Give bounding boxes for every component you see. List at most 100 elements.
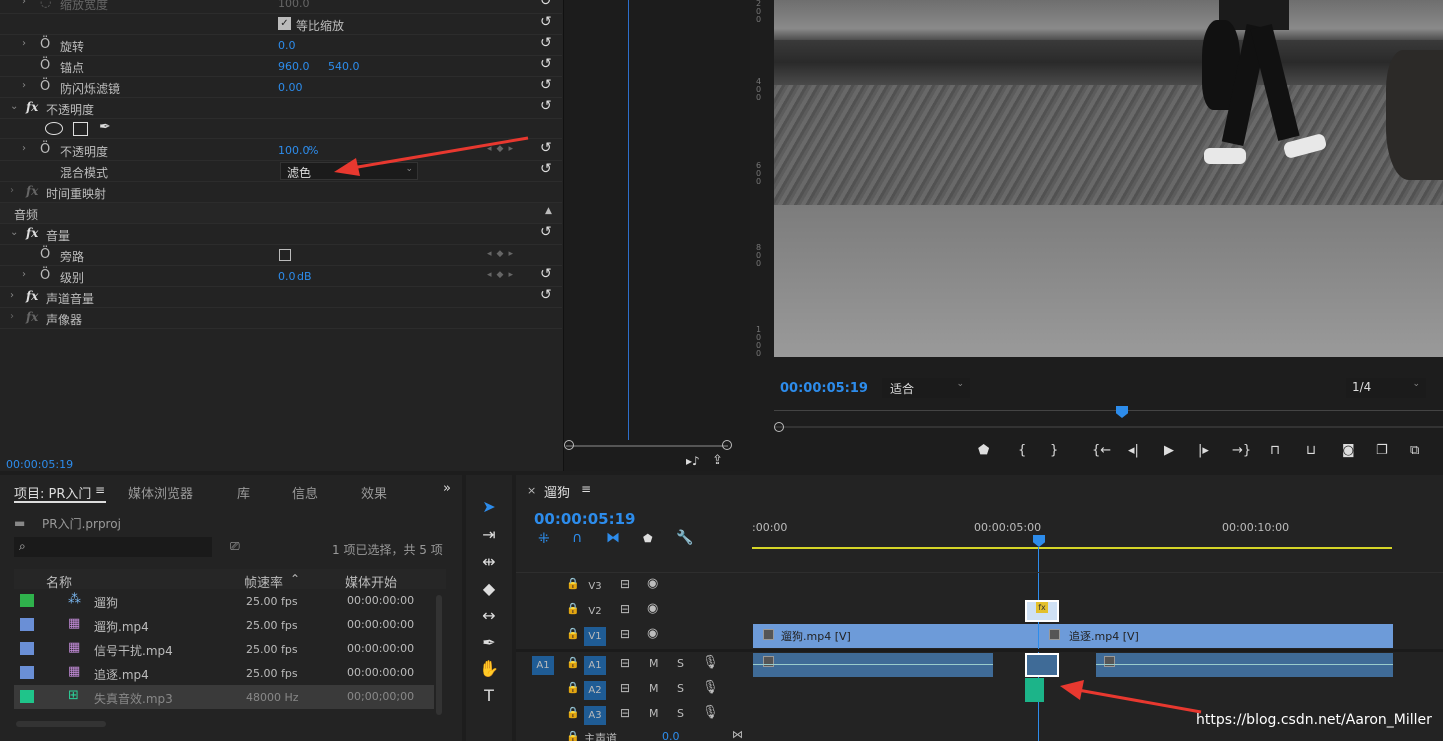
more-tabs-icon[interactable]: » [443, 481, 451, 496]
ec-row-panner[interactable]: › fx 声像器 [0, 308, 562, 329]
lock-icon[interactable]: 🔒 [566, 681, 580, 694]
chevron-right-icon[interactable]: › [10, 185, 14, 196]
solo-button[interactable]: S [677, 707, 684, 720]
uniform-scale-checkbox[interactable]: ✓ [278, 17, 291, 30]
selection-tool-icon[interactable]: ➤ [478, 497, 500, 519]
stopwatch-icon[interactable]: Ö [40, 247, 50, 262]
chevron-right-icon[interactable]: › [22, 80, 26, 91]
chevron-right-icon[interactable]: › [10, 311, 14, 322]
program-timecode[interactable]: 00:00:05:19 [780, 381, 868, 396]
mic-icon[interactable]: 🎙 [702, 655, 719, 670]
mute-button[interactable]: M [649, 657, 659, 670]
panel-menu-icon[interactable]: ≡ [581, 482, 591, 496]
lock-icon[interactable]: 🔒 [566, 577, 580, 590]
sync-lock-icon[interactable]: ⊟ [620, 602, 630, 616]
solo-button[interactable]: S [677, 657, 684, 670]
vertical-scrollbar[interactable] [436, 595, 442, 715]
add-marker-icon[interactable]: ⬟ [643, 532, 653, 545]
stopwatch-icon[interactable]: Ö [40, 79, 50, 94]
fit-select[interactable]: 适合 ⌄ [882, 378, 970, 398]
ec-row-rotation[interactable]: › Ö 旋转 0.0 ↺ [0, 35, 562, 56]
ec-row-volume-group[interactable]: ⌄ fx 音量 ↺ [0, 224, 562, 245]
go-to-out-icon[interactable]: →} [1232, 443, 1251, 458]
ec-row-time-remap[interactable]: › fx 时间重映射 [0, 182, 562, 203]
tab-library[interactable]: 库 [237, 483, 250, 502]
clip-a1-1[interactable] [753, 653, 993, 677]
mark-in-icon[interactable]: { [1018, 443, 1026, 458]
reset-icon[interactable]: ↺ [540, 266, 552, 282]
lock-icon[interactable]: 🔒 [566, 627, 580, 640]
ec-row-uniform-scale[interactable]: ✓ 等比缩放 ↺ [0, 14, 562, 35]
ec-section-audio[interactable]: 音频 ▲ [0, 203, 562, 224]
ec-value[interactable]: 100.0 [278, 144, 310, 157]
lift-icon[interactable]: ⊓ [1270, 443, 1280, 458]
ec-value-2[interactable]: 540.0 [328, 60, 360, 73]
zoom-handle-right[interactable] [722, 440, 732, 450]
fx-icon[interactable]: fx [26, 226, 38, 240]
type-icon[interactable]: T [478, 686, 500, 708]
ripple-edit-icon[interactable]: ⇹ [478, 552, 500, 574]
reset-icon[interactable]: ↺ [540, 56, 552, 72]
tab-effects[interactable]: 效果 [361, 483, 387, 502]
solo-button[interactable]: S [677, 682, 684, 695]
zoom-bar[interactable] [566, 445, 728, 447]
mute-button[interactable]: M [649, 682, 659, 695]
reset-icon[interactable]: ↺ [540, 224, 552, 240]
chevron-right-icon[interactable]: › [22, 0, 26, 7]
track-label[interactable]: A2 [584, 681, 606, 700]
lock-icon[interactable]: 🔒 [566, 706, 580, 719]
list-item[interactable]: ⊞ 失真音效.mp3 48000 Hz 00;00;00;00 [14, 685, 434, 709]
chevron-right-icon[interactable]: › [22, 269, 26, 280]
keyframe-nav-icon[interactable]: ◂◆▸ [487, 270, 518, 280]
linked-selection-icon[interactable]: ⧓ [606, 530, 620, 546]
close-icon[interactable]: × [527, 484, 536, 497]
ec-row-scale-width[interactable]: › ◌ 缩放宽度 100.0 ↺ [0, 0, 562, 14]
clip-a1-3[interactable] [1096, 653, 1393, 677]
track-header-v1[interactable]: 🔒 V1 ⊟ ◉ [516, 624, 752, 648]
track-header-master[interactable]: 🔒 主声道 0.0 ⋈ [516, 728, 752, 741]
reset-icon[interactable]: ↺ [540, 287, 552, 303]
eye-icon[interactable]: ◉ [647, 626, 658, 641]
label-color-chip[interactable] [20, 690, 34, 703]
sync-lock-icon[interactable]: ⊟ [620, 681, 630, 695]
sync-lock-icon[interactable]: ⊟ [620, 706, 630, 720]
lock-icon[interactable]: 🔒 [566, 602, 580, 615]
search-input[interactable]: ⌕ [14, 537, 212, 557]
chevron-right-icon[interactable]: › [22, 143, 26, 154]
go-to-end-icon[interactable]: ⋈ [732, 728, 743, 741]
timeline-timecode[interactable]: 00:00:05:19 [534, 510, 636, 528]
list-item[interactable]: ▦ 追逐.mp4 25.00 fps 00:00:00:00 [14, 661, 434, 685]
reset-icon[interactable]: ↺ [540, 35, 552, 51]
track-header-v2[interactable]: 🔒 V2 ⊟ ◉ [516, 599, 752, 623]
list-item[interactable]: ▦ 信号干扰.mp4 25.00 fps 00:00:00:00 [14, 637, 434, 661]
video-preview[interactable] [774, 0, 1443, 357]
razor-icon[interactable]: ◆ [478, 579, 500, 601]
eye-icon[interactable]: ◉ [647, 601, 658, 616]
reset-icon[interactable]: ↺ [540, 77, 552, 93]
sync-lock-icon[interactable]: ⊟ [620, 656, 630, 670]
scrub-handle[interactable] [774, 422, 784, 432]
clip-v1-chase[interactable]: 追逐.mp4 [V] [1039, 624, 1393, 648]
sync-lock-icon[interactable]: ⊟ [620, 577, 630, 591]
time-ruler[interactable]: :00:00 00:00:05:00 00:00:10:00 [752, 505, 1443, 550]
scrub-bar[interactable] [774, 426, 1443, 428]
chevron-right-icon[interactable]: › [22, 38, 26, 49]
extract-icon[interactable]: ⊔ [1306, 443, 1316, 458]
step-back-icon[interactable]: ◂| [1128, 443, 1139, 458]
track-label[interactable]: V2 [584, 602, 606, 621]
zoom-handle-left[interactable] [564, 440, 574, 450]
track-label[interactable]: A3 [584, 706, 606, 725]
ec-row-level[interactable]: › Ö 级别 0.0 dB ◂◆▸ ↺ [0, 266, 562, 287]
mute-button[interactable]: M [649, 707, 659, 720]
mic-icon[interactable]: 🎙 [702, 680, 719, 695]
eye-icon[interactable]: ◉ [647, 576, 658, 591]
label-color-chip[interactable] [20, 594, 34, 607]
label-color-chip[interactable] [20, 642, 34, 655]
clip-a1-2[interactable] [1025, 653, 1059, 677]
ec-row-anti-flicker[interactable]: › Ö 防闪烁滤镜 0.00 ↺ [0, 77, 562, 98]
track-header-a2[interactable]: 🔒 A2 ⊟ M S 🎙 [516, 678, 752, 702]
ec-value[interactable]: 0.00 [278, 81, 303, 94]
master-value[interactable]: 0.0 [662, 730, 680, 741]
ec-value[interactable]: 0.0 [278, 39, 296, 52]
list-item[interactable]: ⁂ 遛狗 25.00 fps 00:00:00:00 [14, 589, 434, 613]
